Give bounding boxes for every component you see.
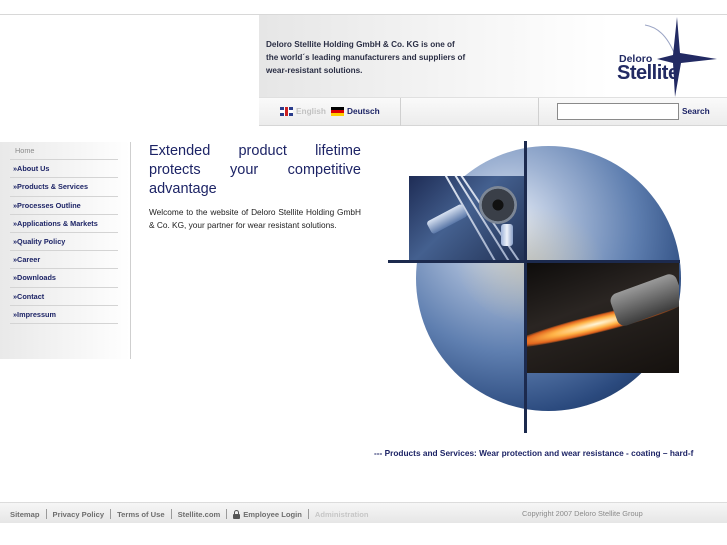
nav-item-career[interactable]: »Career — [10, 251, 118, 270]
nav-item-processes-outline[interactable]: »Processes Outline — [10, 197, 118, 215]
product-photo — [409, 176, 524, 260]
search-button[interactable]: Search — [682, 106, 710, 116]
nav-item-products-services[interactable]: »Products & Services — [10, 178, 118, 197]
copyright-text: Copyright 2007 Deloro Stellite Group — [522, 509, 643, 518]
language-deutsch-link[interactable]: Deutsch — [331, 106, 380, 116]
footer-stellite-com-link[interactable]: Stellite.com — [178, 510, 221, 519]
page-headline: Extended product lifetime protects your … — [149, 142, 361, 199]
collage-divider-horizontal — [388, 260, 680, 263]
page-frame: Deloro Stellite Holding GmbH & Co. KG is… — [0, 14, 727, 523]
divider — [110, 509, 112, 519]
lock-icon — [233, 509, 241, 519]
language-english-link[interactable]: English — [280, 106, 326, 116]
headline-line: advantage — [149, 181, 217, 197]
footer: Sitemap Privacy Policy Terms of Use Stel… — [0, 502, 727, 523]
divider — [226, 509, 228, 519]
hero-collage — [388, 141, 688, 436]
nav-item-contact[interactable]: »Contact — [10, 288, 118, 306]
divider — [307, 509, 309, 519]
divider — [45, 509, 47, 519]
nav-item-impressum[interactable]: »Impressum — [10, 306, 118, 324]
headline-line: protects your competitive — [149, 162, 361, 178]
footer-terms-link[interactable]: Terms of Use — [117, 510, 165, 519]
welcome-text: Welcome to the website of Deloro Stellit… — [149, 207, 361, 230]
nav-item-downloads[interactable]: »Downloads — [10, 269, 118, 288]
sidebar-nav: Home »About Us »Products & Services »Pro… — [0, 142, 131, 359]
news-ticker[interactable]: --- Products and Services: Wear protecti… — [374, 448, 727, 458]
header-banner: Deloro Stellite Holding GmbH & Co. KG is… — [259, 15, 727, 97]
footer-links: Sitemap Privacy Policy Terms of Use Stel… — [10, 509, 368, 519]
nav-item-applications-markets[interactable]: »Applications & Markets — [10, 215, 118, 233]
nav-item-quality-policy[interactable]: »Quality Policy — [10, 233, 118, 252]
company-logo[interactable]: Deloro Stellite — [597, 15, 727, 97]
company-intro-text: Deloro Stellite Holding GmbH & Co. KG is… — [266, 40, 466, 75]
footer-employee-login-link[interactable]: Employee Login — [243, 510, 302, 519]
language-deutsch-label: Deutsch — [347, 106, 380, 116]
logo-stellite-text: Stellite — [617, 62, 679, 84]
nav-item-home[interactable]: Home — [10, 142, 118, 161]
language-english-label: English — [296, 106, 326, 116]
uk-flag-icon — [280, 106, 293, 116]
footer-privacy-link[interactable]: Privacy Policy — [53, 510, 105, 519]
search-input[interactable] — [557, 103, 679, 120]
footer-sitemap-link[interactable]: Sitemap — [10, 510, 40, 519]
divider — [400, 98, 401, 126]
divider — [538, 98, 539, 126]
divider — [170, 509, 172, 519]
footer-administration-link[interactable]: Administration — [315, 510, 369, 519]
coating-process-photo — [526, 263, 679, 373]
collage-divider-vertical — [524, 141, 527, 433]
german-flag-icon — [331, 106, 344, 116]
language-search-bar: English Deutsch Search — [259, 97, 727, 126]
nav-item-about-us[interactable]: »About Us — [10, 160, 118, 179]
headline-line: Extended product lifetime — [149, 143, 361, 159]
